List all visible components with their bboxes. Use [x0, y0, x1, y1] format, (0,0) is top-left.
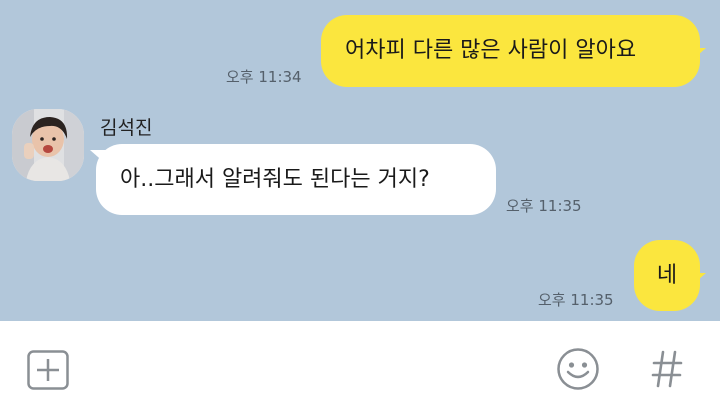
bubble-tail [690, 273, 706, 287]
message-time: 오후 11:35 [506, 197, 582, 215]
bubble-tail [690, 48, 706, 62]
message-text: 어차피 다른 많은 사람이 알아요 [345, 38, 637, 63]
message-time: 오후 11:34 [226, 68, 302, 86]
chat-area[interactable]: 어차피 다른 많은 사람이 알아요 오후 11:34 김석진 아..그래서 알려… [0, 0, 720, 321]
emoji-icon[interactable] [556, 347, 600, 395]
message-text: 네 [656, 262, 678, 288]
sender-name: 김석진 [100, 117, 153, 139]
bubble-tail [90, 150, 106, 164]
add-icon[interactable] [27, 350, 69, 394]
message-bubble-incoming[interactable]: 아..그래서 알려줘도 된다는 거지? [96, 144, 496, 215]
hash-icon[interactable] [650, 349, 684, 393]
avatar[interactable] [12, 109, 84, 181]
avatar-photo [12, 109, 84, 181]
message-text: 아..그래서 알려줘도 된다는 거지? [120, 166, 430, 192]
message-bubble-outgoing[interactable]: 어차피 다른 많은 사람이 알아요 [321, 15, 700, 87]
message-input-bar[interactable] [0, 321, 720, 417]
message-time: 오후 11:35 [538, 291, 614, 309]
